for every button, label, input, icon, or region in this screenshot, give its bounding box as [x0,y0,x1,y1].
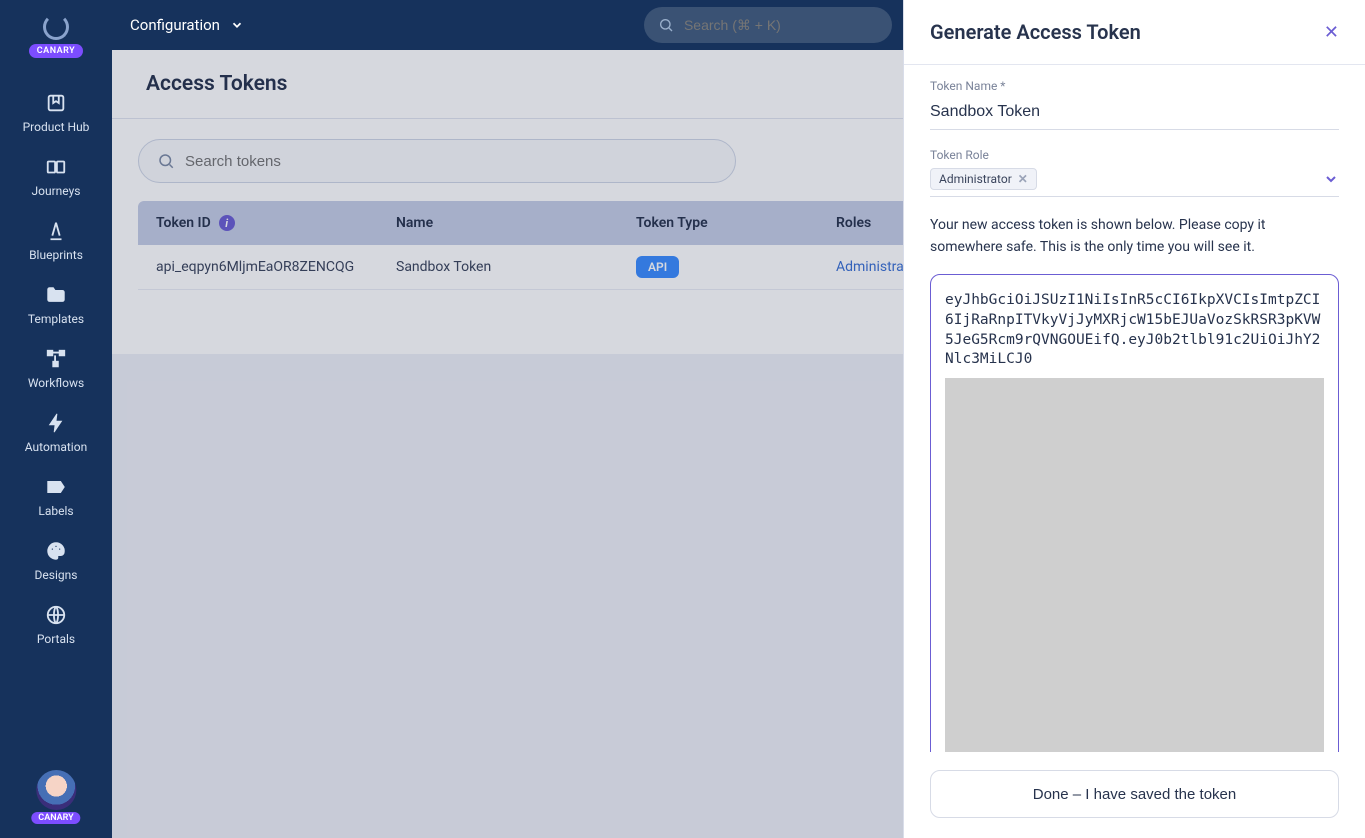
logo: CANARY [29,14,83,58]
sidebar: CANARY Product Hub Journeys Blueprints T… [0,0,112,838]
logo-badge: CANARY [29,44,83,58]
tag-icon [45,476,67,498]
panel-body: Token Name * Token Role Administrator ✕ … [904,65,1365,752]
global-search-input[interactable] [684,17,878,33]
nodes-icon [45,348,67,370]
breadcrumb[interactable]: Configuration [130,16,244,34]
field-token-role: Token Role Administrator ✕ [930,148,1339,197]
generate-token-panel: Generate Access Token ✕ Token Name * Tok… [903,0,1365,838]
info-icon[interactable]: i [219,215,235,231]
sidebar-item-product-hub[interactable]: Product Hub [0,80,112,144]
sidebar-item-automation[interactable]: Automation [0,400,112,464]
logo-swirl-icon [43,14,69,40]
chevron-down-icon [1323,171,1339,187]
search-icon [658,17,674,33]
compass-icon [45,220,67,242]
sidebar-item-workflows[interactable]: Workflows [0,336,112,400]
sidebar-item-journeys[interactable]: Journeys [0,144,112,208]
token-help-text: Your new access token is shown below. Pl… [930,215,1339,258]
col-name: Name [396,215,636,231]
sidebar-item-label: Designs [35,568,78,582]
global-search[interactable] [644,7,892,43]
avatar-badge: CANARY [31,812,80,824]
cell-name: Sandbox Token [396,259,636,275]
token-role-label: Token Role [930,148,1339,162]
breadcrumb-label: Configuration [130,16,220,34]
token-search[interactable] [138,139,736,183]
sidebar-item-templates[interactable]: Templates [0,272,112,336]
role-tag-label: Administrator [939,172,1012,186]
sidebar-item-label: Portals [37,632,75,646]
remove-role-icon[interactable]: ✕ [1018,172,1028,186]
cards-icon [45,156,67,178]
sidebar-item-portals[interactable]: Portals [0,592,112,656]
sidebar-item-label: Product Hub [23,120,90,134]
sidebar-item-label: Automation [25,440,87,454]
col-type: Token Type [636,215,836,231]
cell-id: api_eqpyn6MljmEaOR8ZENCQG [156,259,396,275]
panel-title: Generate Access Token [930,20,1141,44]
token-role-select[interactable]: Administrator ✕ [930,168,1339,197]
sidebar-item-blueprints[interactable]: Blueprints [0,208,112,272]
user-avatar[interactable]: CANARY [31,770,80,824]
sidebar-item-label: Templates [28,312,84,326]
col-id-label: Token ID [156,215,211,231]
sidebar-item-label: Workflows [28,376,84,390]
bolt-icon [45,412,67,434]
avatar-image [36,770,76,810]
sidebar-item-labels[interactable]: Labels [0,464,112,528]
search-icon [157,152,175,170]
token-display: eyJhbGciOiJSUzI1NiIsInR5cCI6IkpXVCIsImtp… [930,274,1339,752]
token-search-input[interactable] [185,153,717,170]
col-id: Token ID i [156,215,396,231]
sidebar-item-label: Labels [38,504,73,518]
token-name-input[interactable] [930,99,1339,130]
cell-type: API [636,259,836,275]
sidebar-item-designs[interactable]: Designs [0,528,112,592]
close-icon[interactable]: ✕ [1324,22,1339,43]
palette-icon [45,540,67,562]
globe-icon [45,604,67,626]
token-value[interactable]: eyJhbGciOiJSUzI1NiIsInR5cCI6IkpXVCIsImtp… [945,291,1324,369]
main: Configuration Access Tokens Token ID i [112,0,1365,838]
token-redacted-area [945,378,1324,752]
panel-header: Generate Access Token ✕ [904,0,1365,65]
field-token-name: Token Name * [930,79,1339,130]
api-chip: API [636,256,679,278]
done-button[interactable]: Done – I have saved the token [930,770,1339,818]
token-name-label: Token Name * [930,79,1339,93]
folder-icon [45,284,67,306]
chevron-down-icon [230,18,244,32]
role-tag: Administrator ✕ [930,168,1037,190]
done-button-label: Done – I have saved the token [1033,786,1236,803]
bookmark-icon [45,92,67,114]
sidebar-item-label: Journeys [32,184,81,198]
sidebar-item-label: Blueprints [29,248,83,262]
